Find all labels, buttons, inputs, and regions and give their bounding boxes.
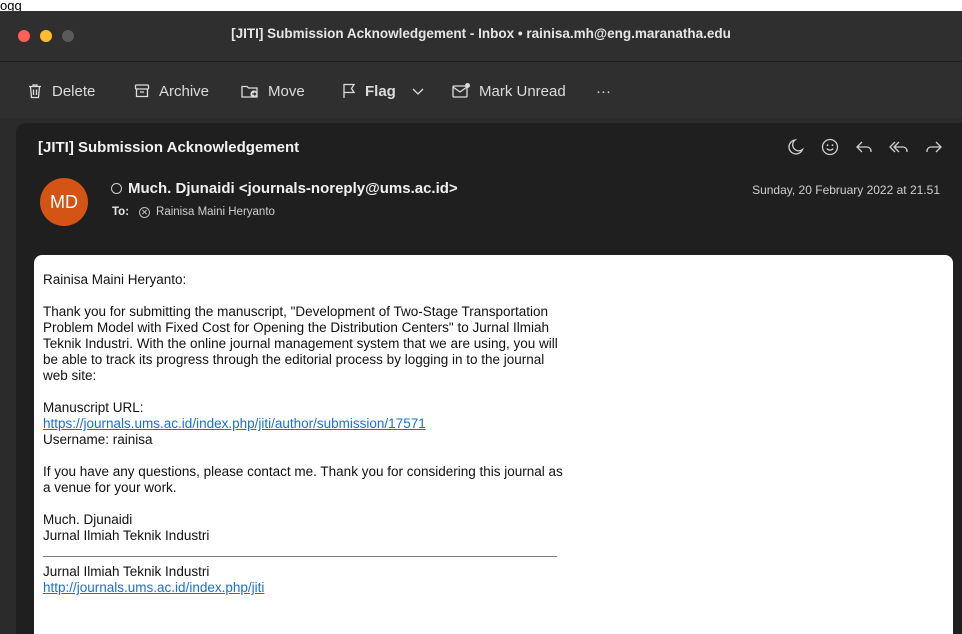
delete-button[interactable]: Delete [26, 80, 95, 102]
footer-journal: Jurnal Ilmiah Teknik Industri [43, 564, 210, 579]
recipient-name[interactable]: Rainisa Maini Heryanto [156, 206, 275, 218]
reply-all-icon[interactable] [888, 137, 910, 157]
message-subject: [JITI] Submission Acknowledgement [38, 139, 300, 156]
chevron-down-icon [412, 88, 424, 95]
trash-icon [29, 84, 41, 99]
mark-unread-button[interactable]: Mark Unread [451, 80, 566, 102]
more-label: ··· [596, 82, 611, 100]
username-text: Username: rainisa [43, 432, 153, 447]
message-toolbar: Delete Archive Move Flag Mark Unread ··· [0, 62, 962, 118]
manuscript-url-label: Manuscript URL: [43, 400, 144, 415]
signature-name: Much. Djunaidi [43, 512, 133, 527]
mark-unread-label: Mark Unread [479, 82, 566, 100]
signature-divider [43, 556, 557, 557]
message-body: Rainisa Maini Heryanto: Thank you for su… [34, 255, 953, 634]
archive-label: Archive [159, 82, 210, 100]
more-actions-button[interactable]: ··· [596, 80, 611, 102]
snooze-moon-icon[interactable] [786, 137, 806, 157]
message-pane: [JITI] Submission Acknowledgement MD Muc… [16, 123, 962, 634]
remove-recipient-icon[interactable] [139, 206, 151, 218]
body-paragraph-1: Thank you for submitting the manuscript,… [43, 304, 558, 383]
body-paragraph-2: If you have any questions, please contac… [43, 464, 563, 495]
flag-label: Flag [365, 82, 396, 100]
unread-status-circle-icon [111, 183, 122, 194]
signature-journal: Jurnal Ilmiah Teknik Industri [43, 528, 210, 543]
message-actions [786, 137, 944, 157]
move-label: Move [268, 82, 305, 100]
screenshot: ogg [JITI] Submission Acknowledgement - … [0, 0, 962, 634]
recipient-line: To: Rainisa Maini Heryanto [112, 206, 275, 218]
title-bar: [JITI] Submission Acknowledgement - Inbo… [0, 11, 962, 62]
sender-avatar: MD [40, 178, 88, 226]
emoji-reaction-icon[interactable] [820, 137, 840, 157]
envelope-unread-icon [452, 83, 470, 98]
flag-menu-button[interactable] [411, 80, 425, 102]
journal-site-link[interactable]: http://journals.ums.ac.id/index.php/jiti [43, 580, 264, 595]
folder-move-icon [241, 85, 258, 98]
flag-icon [343, 83, 356, 98]
delete-label: Delete [52, 82, 96, 100]
archive-button[interactable]: Archive [133, 80, 209, 102]
signature-block: Much. Djunaidi Jurnal Ilmiah Teknik Indu… [43, 512, 563, 544]
move-button[interactable]: Move [240, 80, 305, 102]
reply-icon[interactable] [854, 137, 874, 157]
to-label: To: [112, 206, 130, 218]
window-title: [JITI] Submission Acknowledgement - Inbo… [231, 26, 731, 41]
manuscript-block: Manuscript URL: https://journals.ums.ac.… [43, 400, 563, 448]
mail-window: [JITI] Submission Acknowledgement - Inbo… [0, 11, 962, 634]
greeting-text: Rainisa Maini Heryanto: [43, 272, 187, 287]
top-caption-text: ogg [0, 0, 22, 11]
message-body-text: Rainisa Maini Heryanto: Thank you for su… [43, 272, 563, 596]
manuscript-url-link[interactable]: https://journals.ums.ac.id/index.php/jit… [43, 416, 426, 431]
archive-box-icon [134, 84, 150, 98]
flag-button[interactable]: Flag [341, 80, 396, 102]
forward-icon[interactable] [924, 137, 944, 157]
message-date: Sunday, 20 February 2022 at 21.51 [752, 183, 940, 197]
sender-line[interactable]: Much. Djunaidi <journals-noreply@ums.ac.… [111, 180, 458, 197]
sender-name[interactable]: Much. Djunaidi <journals-noreply@ums.ac.… [128, 180, 458, 197]
